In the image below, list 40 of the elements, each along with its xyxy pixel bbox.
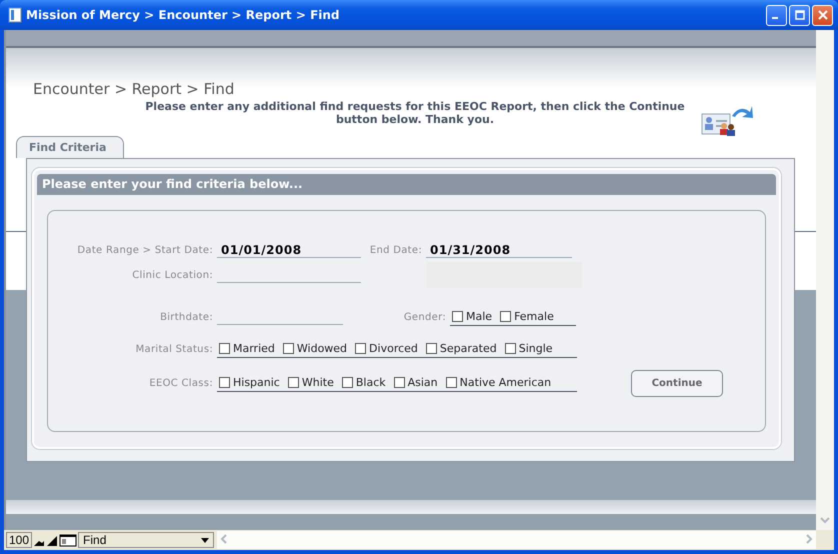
mode-dropdown[interactable]: Find [78, 532, 214, 548]
checkbox[interactable]: Male [452, 310, 492, 323]
caret-icon [201, 538, 210, 542]
document-icon [8, 7, 22, 23]
horizontal-scrollbar[interactable] [217, 531, 816, 549]
field-label: Gender: [402, 312, 447, 322]
checkbox[interactable]: Separated [426, 342, 497, 355]
checkbox[interactable]: Divorced [355, 342, 418, 355]
field-label: Birthdate: [159, 312, 214, 322]
minimize-button[interactable] [766, 4, 787, 26]
input-field[interactable]: 01/31/2008 [426, 242, 572, 258]
close-icon [818, 10, 828, 20]
minimize-icon [772, 17, 778, 19]
maximize-icon [794, 10, 804, 20]
layout-icon[interactable] [59, 533, 78, 547]
vertical-scrollbar[interactable] [816, 30, 834, 530]
instructions-text: Please enter any additional find requests for this EEOC Report, then click the Continue button below. Thank you. [144, 100, 686, 126]
field-label: Marital Status: [134, 344, 214, 354]
checkbox[interactable]: Asian [394, 376, 438, 389]
checkbox[interactable]: Black [342, 376, 386, 389]
continue-button[interactable]: Continue [631, 370, 723, 396]
checkbox[interactable]: Native American [446, 376, 552, 389]
tab[interactable]: Find Criteria [16, 136, 124, 158]
zoom-level[interactable]: 100 [6, 532, 32, 548]
checkbox[interactable]: Female [500, 310, 554, 323]
checkbox[interactable]: Married [219, 342, 275, 355]
field-label: Date Range > Start Date: [76, 244, 214, 256]
panel-header: Please enter your find criteria below... [37, 174, 776, 195]
checkbox[interactable]: White [288, 376, 334, 389]
breadcrumb: Encounter > Report > Find [33, 80, 236, 100]
field-label: EEOC Class: [148, 378, 214, 388]
checkbox[interactable]: Widowed [282, 342, 348, 355]
field-label: Clinic Location: [131, 270, 214, 280]
field-label: End Date: [368, 244, 423, 256]
checkbox[interactable]: Single [504, 342, 553, 355]
input-field[interactable]: 01/01/2008 [217, 242, 361, 258]
window-title: Mission of Mercy > Encounter > Report > Find [26, 8, 341, 22]
maximize-button[interactable] [789, 4, 810, 26]
close-button[interactable] [812, 4, 833, 26]
checkbox[interactable]: Hispanic [219, 376, 280, 389]
